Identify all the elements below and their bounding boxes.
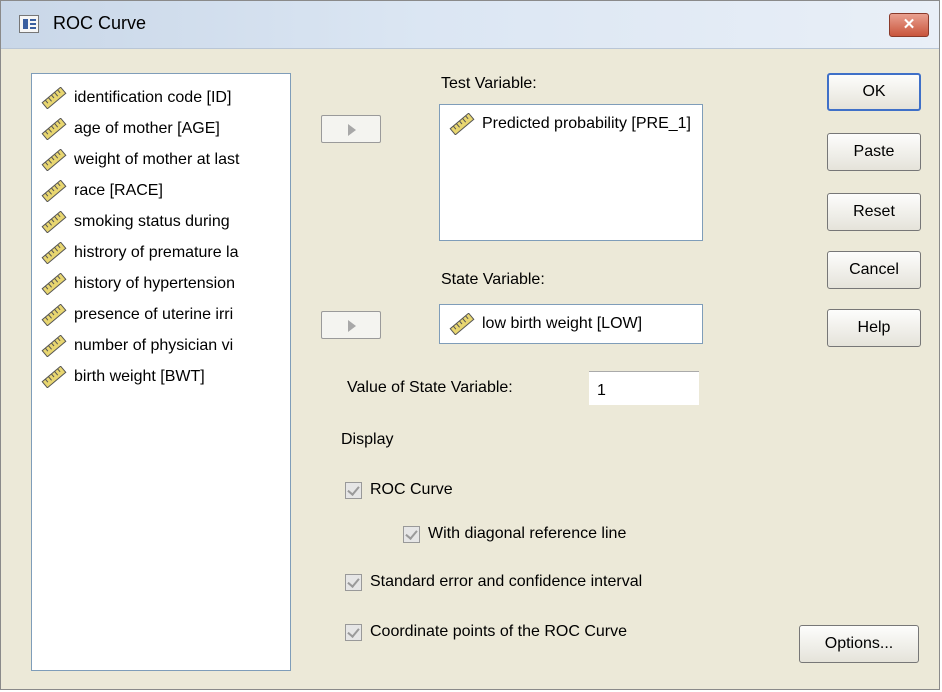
app-icon bbox=[19, 15, 39, 33]
value-of-state-variable-input[interactable]: 1 bbox=[589, 371, 699, 405]
list-item[interactable]: birth weight [BWT] bbox=[40, 363, 290, 391]
test-variable-label: Test Variable: bbox=[441, 75, 537, 92]
scale-ruler-icon bbox=[41, 211, 67, 233]
roc-curve-label: ROC Curve bbox=[370, 481, 453, 498]
checkmark-icon bbox=[405, 526, 418, 540]
list-item-label: race [RACE] bbox=[74, 182, 163, 199]
scale-ruler-icon bbox=[41, 366, 67, 388]
scale-ruler-icon bbox=[449, 313, 475, 335]
scale-ruler-icon bbox=[449, 113, 475, 135]
window-title: ROC Curve bbox=[53, 13, 147, 33]
checkbox-box[interactable] bbox=[345, 573, 362, 591]
list-item-label: Predicted probability [PRE_1] bbox=[482, 115, 691, 132]
test-variable-list[interactable]: Predicted probability [PRE_1] bbox=[439, 104, 703, 241]
source-variable-list[interactable]: identification code [ID] age of mother [… bbox=[31, 73, 291, 671]
coordinate-points-checkbox[interactable]: Coordinate points of the ROC Curve bbox=[345, 623, 627, 641]
scale-ruler-icon bbox=[41, 87, 67, 109]
list-item[interactable]: number of physician vi bbox=[40, 332, 290, 360]
move-to-state-variable-button[interactable] bbox=[321, 311, 381, 339]
paste-button[interactable]: Paste bbox=[827, 133, 921, 171]
roc-curve-dialog: ROC Curve ✕ identification code [ID] age… bbox=[0, 0, 940, 690]
move-to-test-variable-button[interactable] bbox=[321, 115, 381, 143]
list-item[interactable]: presence of uterine irri bbox=[40, 301, 290, 329]
list-item-label: number of physician vi bbox=[74, 337, 234, 354]
list-item-label: identification code [ID] bbox=[74, 89, 232, 106]
diagonal-reference-line-label: With diagonal reference line bbox=[428, 525, 627, 542]
checkbox-box[interactable] bbox=[345, 623, 362, 641]
list-item-label: weight of mother at last bbox=[74, 151, 240, 168]
standard-error-checkbox[interactable]: Standard error and confidence interval bbox=[345, 573, 642, 591]
value-of-state-variable-label: Value of State Variable: bbox=[347, 379, 513, 396]
coordinate-points-label: Coordinate points of the ROC Curve bbox=[370, 623, 628, 640]
diagonal-reference-line-checkbox[interactable]: With diagonal reference line bbox=[403, 525, 626, 543]
checkbox-box[interactable] bbox=[403, 525, 420, 543]
list-item[interactable]: Predicted probability [PRE_1] bbox=[448, 113, 691, 135]
ok-button[interactable]: OK bbox=[827, 73, 921, 111]
checkmark-icon bbox=[347, 482, 360, 496]
close-button[interactable]: ✕ bbox=[889, 13, 929, 37]
list-item-label: age of mother [AGE] bbox=[74, 120, 220, 137]
list-item[interactable]: age of mother [AGE] bbox=[40, 115, 290, 143]
title-bar[interactable]: ROC Curve ✕ bbox=[1, 1, 939, 49]
state-variable-label: State Variable: bbox=[441, 271, 545, 288]
scale-ruler-icon bbox=[41, 149, 67, 171]
list-item[interactable]: history of hypertension bbox=[40, 270, 290, 298]
reset-button[interactable]: Reset bbox=[827, 193, 921, 231]
scale-ruler-icon bbox=[41, 242, 67, 264]
scale-ruler-icon bbox=[41, 273, 67, 295]
list-item-label: presence of uterine irri bbox=[74, 306, 234, 323]
cancel-button[interactable]: Cancel bbox=[827, 251, 921, 289]
list-item[interactable]: weight of mother at last bbox=[40, 146, 290, 174]
standard-error-label: Standard error and confidence interval bbox=[370, 573, 643, 590]
scale-ruler-icon bbox=[41, 180, 67, 202]
checkmark-icon bbox=[347, 624, 360, 638]
list-item-label: history of hypertension bbox=[74, 275, 235, 292]
checkbox-box[interactable] bbox=[345, 481, 362, 499]
state-variable-item: low birth weight [LOW] bbox=[448, 313, 642, 335]
scale-ruler-icon bbox=[41, 335, 67, 357]
options-button[interactable]: Options... bbox=[799, 625, 919, 663]
scale-ruler-icon bbox=[41, 118, 67, 140]
list-item-label: birth weight [BWT] bbox=[74, 368, 205, 385]
help-button[interactable]: Help bbox=[827, 309, 921, 347]
list-item-label: histrory of premature la bbox=[74, 244, 239, 261]
list-item[interactable]: identification code [ID] bbox=[40, 84, 290, 112]
scale-ruler-icon bbox=[41, 304, 67, 326]
state-variable-value: low birth weight [LOW] bbox=[482, 315, 643, 332]
arrow-right-icon bbox=[348, 124, 356, 136]
roc-curve-checkbox[interactable]: ROC Curve bbox=[345, 481, 453, 499]
list-item[interactable]: race [RACE] bbox=[40, 177, 290, 205]
display-group-label: Display bbox=[341, 431, 394, 448]
arrow-right-icon bbox=[348, 320, 356, 332]
list-item-label: smoking status during bbox=[74, 213, 230, 230]
checkmark-icon bbox=[347, 574, 360, 588]
state-variable-field[interactable]: low birth weight [LOW] bbox=[439, 304, 703, 344]
list-item[interactable]: smoking status during bbox=[40, 208, 290, 236]
list-item[interactable]: histrory of premature la bbox=[40, 239, 290, 267]
